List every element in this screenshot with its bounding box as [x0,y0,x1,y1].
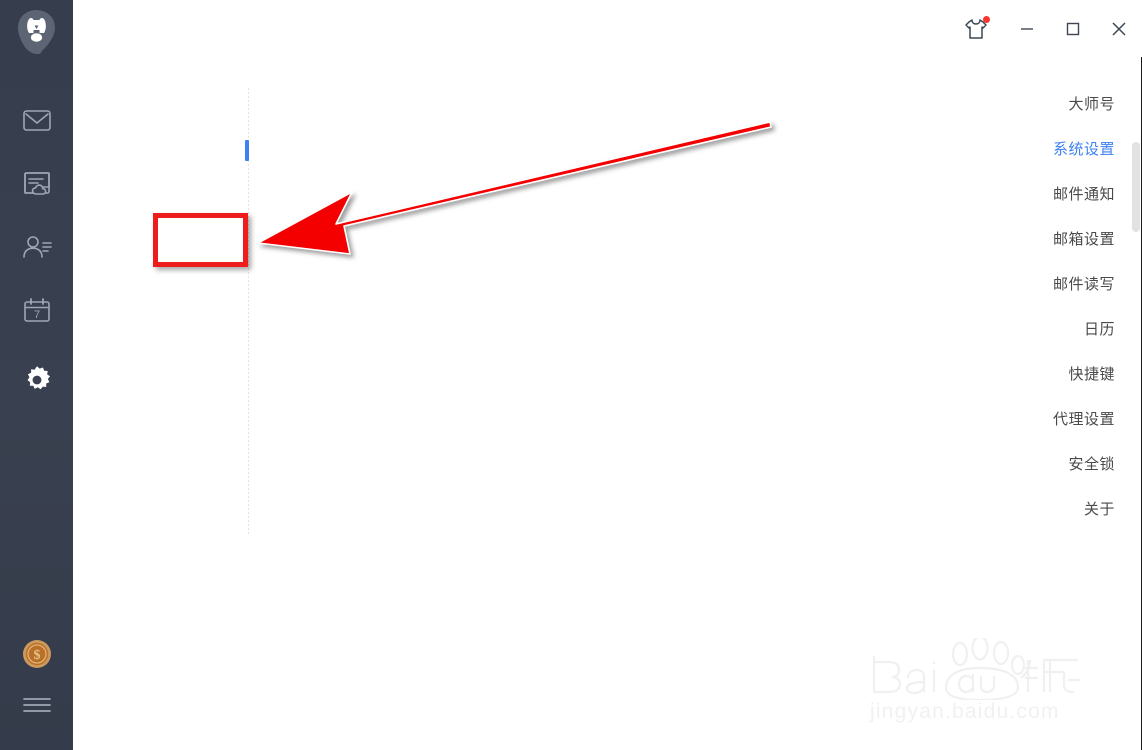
vertical-scrollbar-thumb[interactable] [1132,142,1140,232]
notification-dot [983,16,990,23]
contacts-icon [22,235,52,259]
lion-avatar-icon[interactable] [16,8,57,56]
hamburger-menu-button[interactable] [0,682,73,728]
window-controls [948,0,1142,57]
sidebar-item-shortcuts[interactable]: 快捷键 [965,365,1115,385]
cloud-file-icon [23,171,51,197]
sidebar-item-mail[interactable] [0,97,73,143]
annotation-arrow [257,121,772,255]
left-icon-rail: 7 $ [0,0,73,750]
hamburger-menu-icon [22,696,51,714]
close-button[interactable] [1096,0,1142,57]
sidebar-item-mail-readwrite[interactable]: 邮件读写 [965,275,1115,295]
sidebar-item-mail-notification[interactable]: 邮件通知 [965,185,1115,205]
sidebar-item-points[interactable]: $ [0,631,73,677]
coin-icon: $ [22,639,52,669]
sidebar-item-calendar[interactable]: 日历 [965,320,1115,340]
coin-symbol: $ [33,648,40,663]
sidebar-item-settings[interactable] [0,357,73,403]
minimize-button[interactable] [1004,0,1050,57]
calendar-day-number: 7 [33,309,39,321]
gear-icon [22,365,52,395]
active-item-indicator [245,140,249,161]
calendar-icon: 7 [23,297,51,323]
sidebar-item-cloud-files[interactable] [0,161,73,207]
maximize-button[interactable] [1050,0,1096,57]
sidebar-item-about[interactable]: 关于 [965,500,1115,520]
sidebar-item-contacts[interactable] [0,224,73,270]
sidebar-item-system-settings[interactable]: 系统设置 [965,140,1115,160]
sidebar-item-security-lock[interactable]: 安全锁 [965,455,1115,475]
mail-icon [22,109,51,131]
baidu-jingyan-watermark: jingyan.baidu.com [868,635,1096,730]
skin-button[interactable] [948,0,1004,57]
sidebar-item-mailbox-settings[interactable]: 邮箱设置 [965,230,1115,250]
sidebar-item-calendar[interactable]: 7 [0,287,73,333]
watermark-url: jingyan.baidu.com [870,700,1060,723]
annotation-highlight-box [153,213,248,267]
sidebar-item-proxy-settings[interactable]: 代理设置 [965,410,1115,430]
sidebar-item-master-account[interactable]: 大师号 [965,95,1115,115]
app-window: 7 $ 大师号 系统设置 邮件通知 邮箱设置 邮件读写 日历 快捷键 代理设置 … [0,0,1142,750]
